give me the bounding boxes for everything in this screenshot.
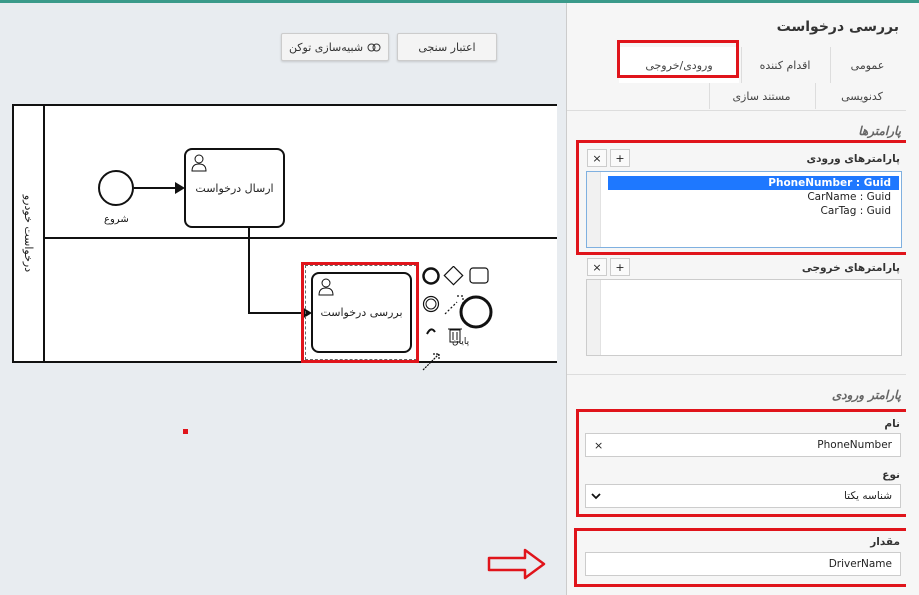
add-output-param-button[interactable]: + (610, 258, 630, 276)
sequence-flow-2-vertical[interactable] (248, 228, 250, 313)
start-event[interactable] (98, 170, 134, 206)
scrollbar[interactable] (587, 280, 601, 355)
tab-general[interactable]: عمومی (830, 47, 904, 83)
user-icon (191, 154, 207, 172)
pool-label: درخواست خودرو (22, 194, 35, 273)
sequence-flow-2-horizontal[interactable] (248, 312, 304, 314)
gateway-tool-icon (443, 266, 464, 286)
task-tool-icon (469, 267, 489, 284)
validate-button[interactable]: اعتبار سنجی (397, 33, 497, 61)
sequence-flow-1[interactable] (134, 187, 178, 189)
pool-label-area: درخواست خودرو (14, 106, 45, 361)
end-event-label: پایان (452, 337, 470, 347)
end-event-tool-icon (422, 267, 440, 285)
output-params-list[interactable] (586, 279, 902, 356)
params-section-title: پارامترها (858, 124, 901, 138)
input-param-section-title: پارامتر ورودی (831, 388, 901, 402)
end-event (459, 295, 493, 329)
task-send-request[interactable]: ارسال درخواست (184, 148, 285, 228)
highlight-value (574, 528, 910, 587)
highlight-input-params (576, 140, 910, 255)
panel-title: بررسی درخواست (776, 19, 899, 35)
tabs-divider (567, 110, 907, 111)
lane-divider (45, 237, 557, 239)
red-marker-dot (183, 429, 188, 434)
wrench-icon (422, 353, 440, 371)
highlight-io-tab (617, 40, 739, 78)
section-divider (567, 374, 907, 375)
highlight-name-type (576, 409, 910, 517)
remove-output-param-button[interactable]: × (587, 258, 607, 276)
tab-scripting[interactable]: کدنویسی (815, 83, 908, 109)
context-pad[interactable] (421, 266, 493, 376)
start-event-label: شروع (104, 214, 129, 225)
pointer-arrow-icon (487, 548, 546, 580)
toggle-icon (367, 43, 381, 51)
token-simulation-button[interactable]: شبیه‌سازی توکن (281, 33, 389, 61)
panel-scrollbar[interactable] (906, 20, 919, 595)
output-params-label: پارامترهای خروجی (801, 262, 900, 274)
tab-performer[interactable]: اقدام کننده (741, 47, 828, 83)
tab-documentation[interactable]: مستند سازی (709, 83, 813, 109)
connect-tool-icon (426, 328, 436, 335)
highlight-task (301, 262, 419, 363)
